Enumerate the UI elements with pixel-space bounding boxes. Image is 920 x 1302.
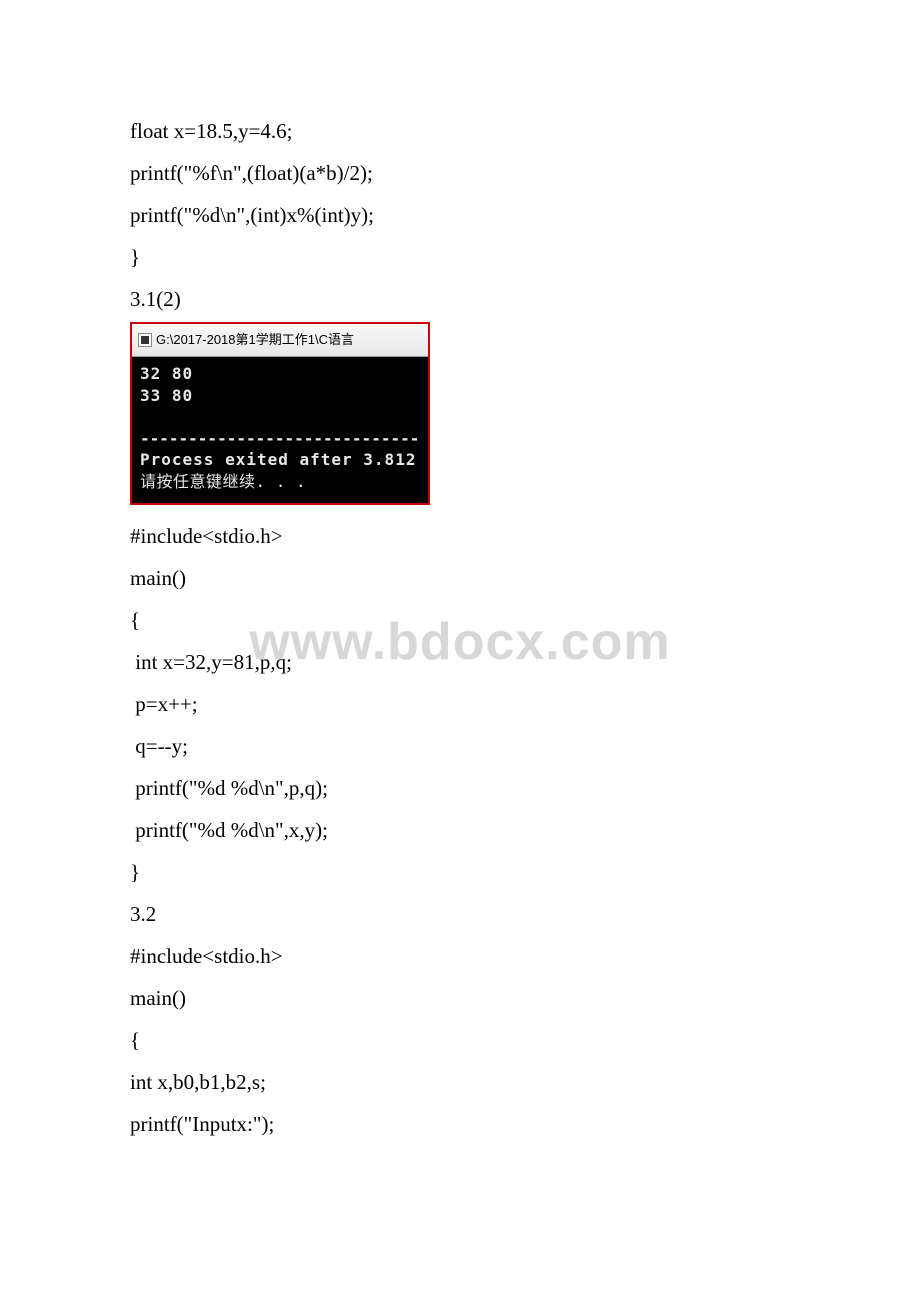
- console-line: 33 80: [140, 385, 420, 407]
- code-line: main(): [130, 557, 790, 599]
- console-window: G:\2017-2018第1学期工作1\C语言 32 80 33 80 ----…: [130, 322, 430, 505]
- console-output: 32 80 33 80 ----------------------------…: [132, 357, 428, 503]
- code-line: printf("Inputx:");: [130, 1103, 790, 1145]
- code-line: {: [130, 1019, 790, 1061]
- console-prompt: 请按任意键继续. . .: [140, 471, 420, 493]
- console-blank: [140, 406, 420, 428]
- document-content: float x=18.5,y=4.6; printf("%f\n",(float…: [130, 110, 790, 1145]
- console-titlebar: G:\2017-2018第1学期工作1\C语言: [132, 324, 428, 357]
- code-line: printf("%f\n",(float)(a*b)/2);: [130, 152, 790, 194]
- console-title-text: G:\2017-2018第1学期工作1\C语言: [156, 327, 354, 353]
- code-line: printf("%d %d\n",x,y);: [130, 809, 790, 851]
- code-line: p=x++;: [130, 683, 790, 725]
- code-line: printf("%d %d\n",p,q);: [130, 767, 790, 809]
- code-line: #include<stdio.h>: [130, 515, 790, 557]
- code-line: int x=32,y=81,p,q;: [130, 641, 790, 683]
- code-line: #include<stdio.h>: [130, 935, 790, 977]
- section-heading: 3.1(2): [130, 278, 790, 320]
- console-separator: -----------------------------: [140, 428, 420, 450]
- code-line: {: [130, 599, 790, 641]
- console-line: 32 80: [140, 363, 420, 385]
- code-line: float x=18.5,y=4.6;: [130, 110, 790, 152]
- console-app-icon: [138, 333, 152, 347]
- code-line: int x,b0,b1,b2,s;: [130, 1061, 790, 1103]
- code-line: }: [130, 851, 790, 893]
- code-line: }: [130, 236, 790, 278]
- code-line: main(): [130, 977, 790, 1019]
- section-heading: 3.2: [130, 893, 790, 935]
- code-line: printf("%d\n",(int)x%(int)y);: [130, 194, 790, 236]
- console-exit-line: Process exited after 3.812: [140, 449, 420, 471]
- code-line: q=--y;: [130, 725, 790, 767]
